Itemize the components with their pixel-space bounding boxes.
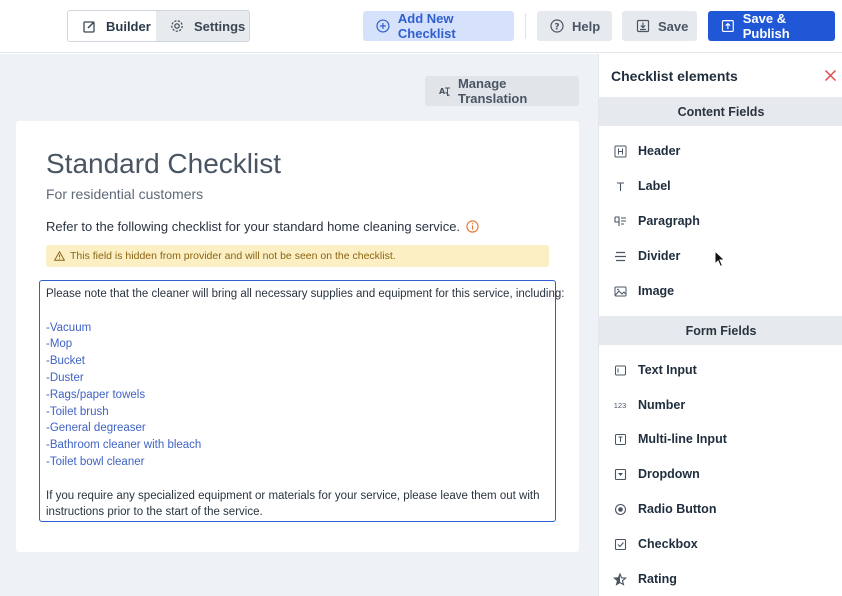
element-radio-button[interactable]: Radio Button xyxy=(599,494,842,524)
star-icon xyxy=(613,572,627,586)
toolbar-divider xyxy=(525,13,526,39)
svg-text:?: ? xyxy=(554,23,559,33)
element-label-label: Label xyxy=(638,179,671,193)
add-new-checklist-button[interactable]: Add New Checklist xyxy=(363,11,514,41)
element-header-label: Header xyxy=(638,144,681,158)
number-icon: 123 xyxy=(613,400,627,410)
mouse-cursor-icon xyxy=(714,250,726,268)
element-image[interactable]: Image xyxy=(599,276,842,306)
dropdown-icon xyxy=(613,467,627,481)
element-rating[interactable]: Rating xyxy=(599,564,842,594)
element-radio-label: Radio Button xyxy=(638,502,717,516)
element-label[interactable]: Label xyxy=(599,171,842,201)
question-icon: ? xyxy=(550,19,564,33)
element-multiline-input[interactable]: Multi-line Input xyxy=(599,424,842,454)
panel-title: Checklist elements xyxy=(611,68,738,84)
hidden-field-warning: This field is hidden from provider and w… xyxy=(46,245,549,267)
save-and-publish-button[interactable]: Save & Publish xyxy=(708,11,835,41)
text-outro: If you require any specialized equipment… xyxy=(46,489,540,519)
checkbox-icon xyxy=(613,537,627,551)
element-rating-label: Rating xyxy=(638,572,677,586)
tab-builder-label: Builder xyxy=(106,18,151,34)
manage-translation-label: Manage Translation xyxy=(457,76,528,106)
list-item: -Toilet bowl cleaner xyxy=(46,455,145,468)
description-text: Refer to the following checklist for you… xyxy=(46,219,461,234)
list-item: -Rags/paper towels xyxy=(46,388,146,401)
checklist-title[interactable]: Standard Checklist xyxy=(46,148,281,180)
builder-canvas: A Manage Translation Standard Checklist … xyxy=(0,54,598,596)
content-fields-header: Content Fields xyxy=(599,97,842,126)
list-item: -General degreaser xyxy=(46,422,146,435)
tab-settings[interactable]: Settings xyxy=(156,11,249,41)
element-text-input-label: Text Input xyxy=(638,363,697,377)
list-item: -Toilet brush xyxy=(46,405,109,418)
checklist-card: Standard Checklist For residential custo… xyxy=(16,121,579,552)
checklist-text-editor[interactable]: Please note that the cleaner will bring … xyxy=(39,280,565,522)
save-label: Save xyxy=(658,18,689,34)
warning-icon xyxy=(54,251,65,261)
add-new-checklist-label: Add New Checklist xyxy=(397,11,456,41)
element-paragraph-label: Paragraph xyxy=(638,214,700,228)
element-number[interactable]: 123 Number xyxy=(599,390,842,420)
top-toolbar: Builder Settings Add New Checklist ? Hel… xyxy=(0,0,842,53)
element-image-label: Image xyxy=(638,284,675,298)
element-multiline-label: Multi-line Input xyxy=(638,432,727,446)
gear-icon xyxy=(171,20,183,32)
tab-builder[interactable]: Builder xyxy=(68,11,156,41)
svg-text:A: A xyxy=(439,87,446,96)
text-icon xyxy=(613,179,627,193)
tab-settings-label: Settings xyxy=(194,18,246,34)
translate-icon: A xyxy=(439,87,450,97)
element-header[interactable]: Header xyxy=(599,136,842,166)
mode-switcher: Builder Settings xyxy=(67,10,250,42)
element-text-input[interactable]: Text Input xyxy=(599,355,842,385)
checklist-elements-panel: Checklist elements Content Fields Header… xyxy=(598,54,842,596)
save-button[interactable]: Save xyxy=(622,11,697,41)
edit-icon xyxy=(83,20,95,33)
element-divider-label: Divider xyxy=(638,249,681,263)
save-icon xyxy=(636,19,650,33)
element-number-label: Number xyxy=(638,398,686,412)
element-checkbox[interactable]: Checkbox xyxy=(599,529,842,559)
paragraph-icon xyxy=(613,214,627,228)
help-label: Help xyxy=(572,18,601,34)
info-icon[interactable] xyxy=(466,220,479,233)
help-button[interactable]: ? Help xyxy=(537,11,612,41)
text-intro: Please note that the cleaner will bring … xyxy=(46,288,565,300)
close-icon[interactable] xyxy=(824,69,837,82)
list-item: -Mop xyxy=(46,338,73,351)
save-and-publish-label: Save & Publish xyxy=(742,11,790,41)
element-dropdown[interactable]: Dropdown xyxy=(599,459,842,489)
checklist-description[interactable]: Refer to the following checklist for you… xyxy=(46,219,479,234)
multiline-icon xyxy=(613,432,627,446)
list-item: -Vacuum xyxy=(46,321,92,334)
text-input-icon xyxy=(613,363,627,377)
divider-icon xyxy=(613,249,627,263)
element-paragraph[interactable]: Paragraph xyxy=(599,206,842,236)
manage-translation-button[interactable]: A Manage Translation xyxy=(425,76,579,106)
list-item: -Bucket xyxy=(46,355,85,368)
list-item: -Bathroom cleaner with bleach xyxy=(46,439,202,452)
upload-icon xyxy=(721,20,734,32)
element-dropdown-label: Dropdown xyxy=(638,467,700,481)
plus-circle-icon xyxy=(376,19,390,33)
warning-text: This field is hidden from provider and w… xyxy=(70,250,396,262)
form-fields-header: Form Fields xyxy=(599,316,842,345)
header-icon xyxy=(613,144,627,158)
list-item: -Duster xyxy=(46,371,84,384)
checklist-subtitle[interactable]: For residential customers xyxy=(46,186,203,202)
radio-icon xyxy=(613,502,627,516)
element-checkbox-label: Checkbox xyxy=(638,537,698,551)
image-icon xyxy=(613,284,627,298)
